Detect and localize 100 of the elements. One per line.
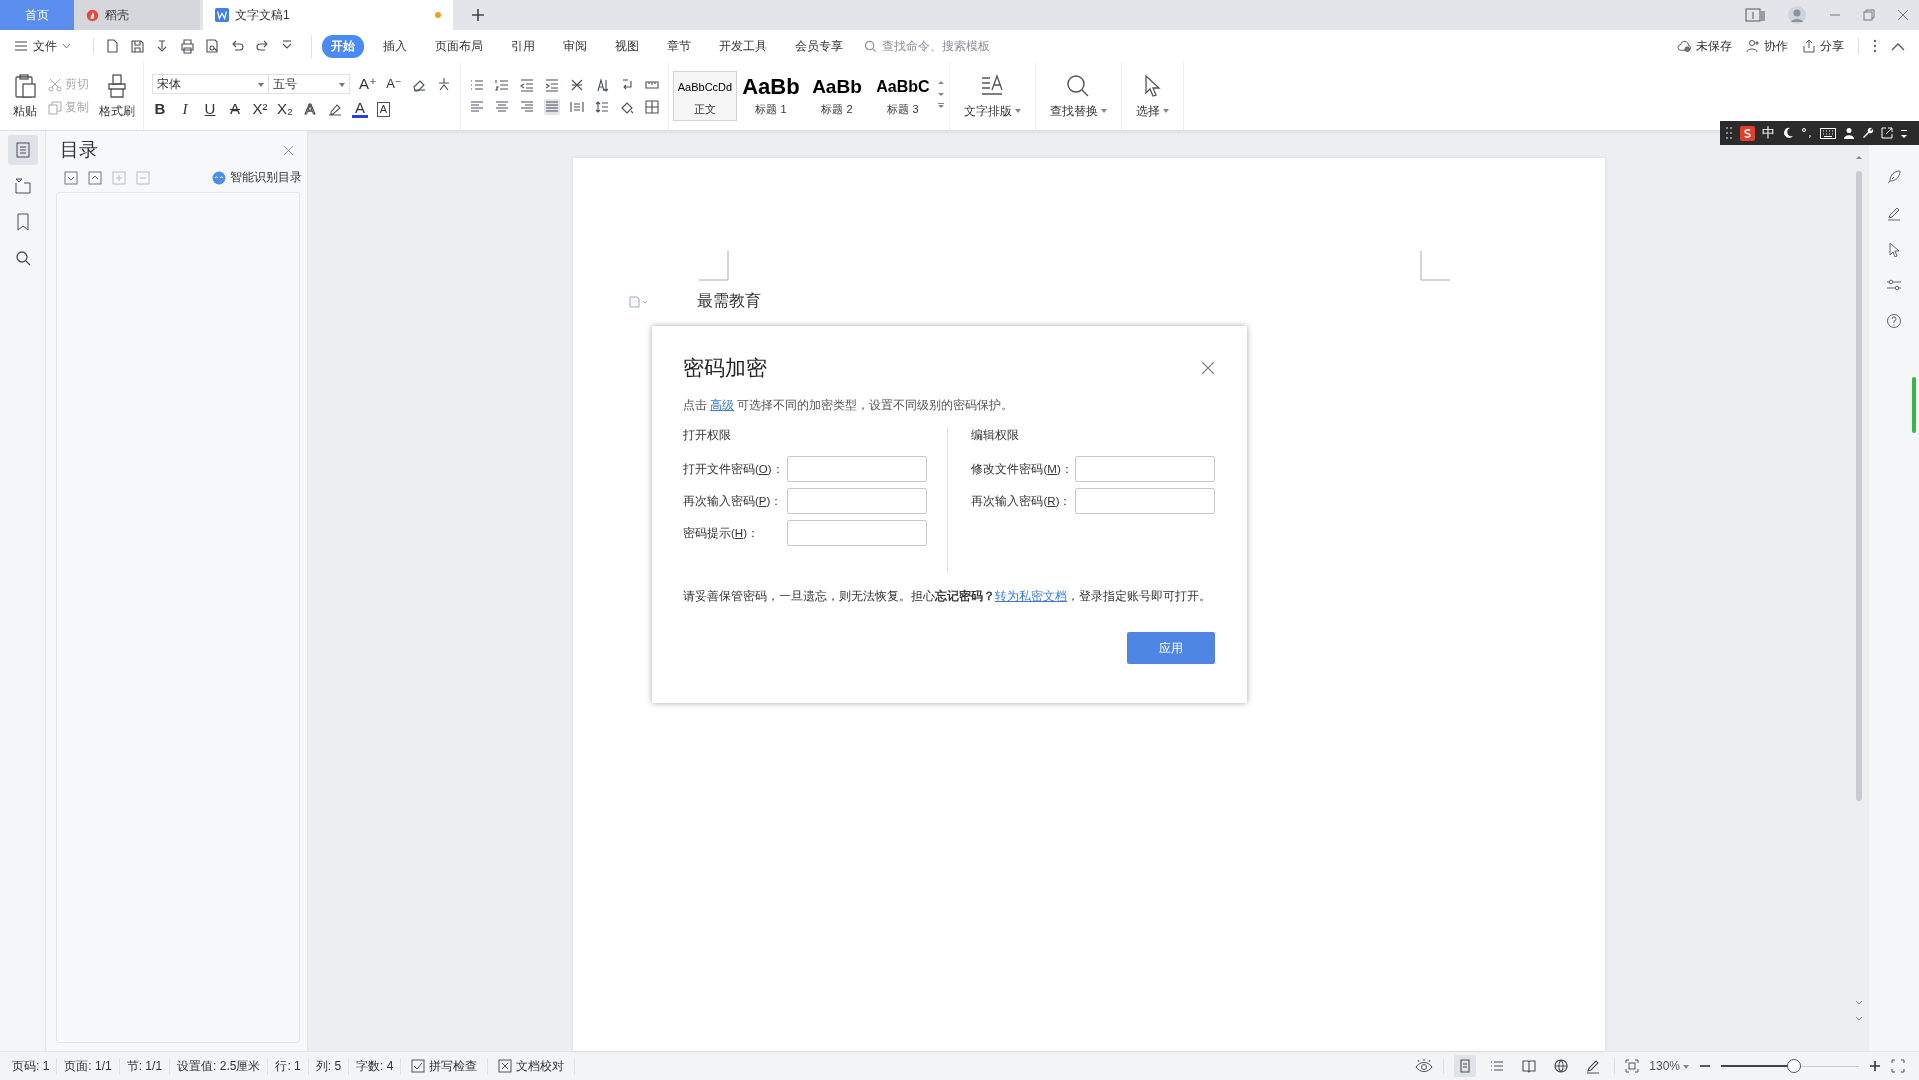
font-size-field[interactable]: 五号 bbox=[268, 74, 350, 94]
style-option[interactable]: AaBb 标题 1 bbox=[738, 71, 803, 121]
pen-icon[interactable] bbox=[1585, 1058, 1602, 1074]
font-name-field[interactable]: 宋体 bbox=[152, 74, 269, 94]
increase-font-size-button[interactable]: A⁺ bbox=[359, 75, 377, 93]
proofread-button[interactable]: 文档校对 bbox=[488, 1057, 576, 1075]
close-icon[interactable] bbox=[283, 144, 294, 156]
fit-page-icon[interactable] bbox=[1625, 1059, 1640, 1073]
sliders-icon[interactable] bbox=[1886, 277, 1902, 293]
collapse-ribbon-icon[interactable] bbox=[1891, 41, 1905, 51]
smart-toc-button[interactable]: 智能识别目录 bbox=[212, 169, 302, 186]
zoom-level-dropdown[interactable]: 130% bbox=[1649, 1059, 1689, 1073]
moon-icon[interactable] bbox=[1782, 127, 1794, 139]
wrench-icon[interactable] bbox=[1862, 127, 1874, 139]
outline-icon[interactable] bbox=[7, 135, 38, 165]
password-field[interactable] bbox=[786, 456, 927, 482]
apply-button[interactable]: 应用 bbox=[1127, 632, 1215, 664]
redo-icon[interactable] bbox=[254, 38, 270, 54]
style-option[interactable]: AaBbC 标题 3 bbox=[870, 71, 935, 121]
print-icon[interactable] bbox=[179, 38, 195, 54]
password-field[interactable] bbox=[786, 520, 927, 546]
numbered-list-icon[interactable] bbox=[493, 77, 510, 93]
zoom-in-icon[interactable] bbox=[1869, 1060, 1881, 1072]
save-status-button[interactable]: 未保存 bbox=[1677, 37, 1732, 55]
paste-button[interactable]: 粘贴 bbox=[12, 72, 38, 120]
command-search-field[interactable]: 查找命令、搜索模板 bbox=[864, 38, 1014, 54]
slider-thumb[interactable] bbox=[1787, 1059, 1802, 1073]
close-icon[interactable] bbox=[1897, 9, 1909, 21]
italic-button[interactable]: I bbox=[177, 100, 193, 118]
external-icon[interactable] bbox=[1881, 127, 1893, 139]
strike-button[interactable]: A bbox=[227, 100, 243, 118]
field-label: 打开文件密码(O)： bbox=[683, 461, 784, 477]
boxed-button[interactable]: A bbox=[377, 101, 390, 117]
ime-logo-icon[interactable] bbox=[1740, 125, 1755, 141]
spell-check-button[interactable]: 拼写检查 bbox=[401, 1057, 489, 1075]
borders-icon[interactable] bbox=[643, 99, 660, 115]
password-field[interactable] bbox=[1075, 488, 1215, 514]
password-field[interactable] bbox=[786, 488, 927, 514]
help-icon[interactable] bbox=[1886, 313, 1902, 329]
ime-menu-icon[interactable] bbox=[1900, 127, 1908, 139]
save-icon[interactable] bbox=[129, 38, 145, 54]
ribbon-tab[interactable]: 章节 bbox=[658, 34, 700, 58]
distribute-icon[interactable] bbox=[568, 99, 585, 115]
sub-button[interactable]: X₂ bbox=[277, 100, 293, 118]
ribbon-tab[interactable]: 审阅 bbox=[554, 34, 596, 58]
style-option[interactable]: AaBbCcDd 正文 bbox=[672, 71, 737, 121]
print-preview-icon[interactable] bbox=[204, 38, 220, 54]
expand-icon[interactable] bbox=[64, 170, 78, 185]
restore-icon[interactable] bbox=[1863, 9, 1875, 21]
new-file-icon[interactable] bbox=[104, 38, 120, 54]
password-field[interactable] bbox=[1075, 456, 1215, 482]
ribbon-tab[interactable]: 引用 bbox=[502, 34, 544, 58]
edit-icon[interactable] bbox=[1886, 205, 1902, 221]
bold-button[interactable]: B bbox=[152, 100, 168, 118]
avatar-icon[interactable] bbox=[1787, 5, 1807, 25]
align-right-icon[interactable] bbox=[518, 99, 535, 115]
document-tab[interactable]: 文字文稿1 bbox=[203, 0, 453, 30]
grip-icon[interactable] bbox=[1725, 126, 1733, 140]
ribbon-tab[interactable]: 会员专享 bbox=[786, 34, 852, 58]
ribbon-tab[interactable]: 开发工具 bbox=[710, 34, 776, 58]
fullscreen-icon[interactable] bbox=[1891, 1059, 1905, 1073]
collaborate-button[interactable]: 协作 bbox=[1746, 37, 1788, 55]
align-left-icon[interactable] bbox=[468, 99, 485, 115]
user-icon[interactable] bbox=[1843, 127, 1855, 139]
close-icon[interactable] bbox=[1201, 361, 1215, 375]
share-button[interactable]: 分享 bbox=[1802, 37, 1844, 55]
select-button[interactable]: 选择 bbox=[1135, 72, 1169, 120]
format-painter-button[interactable]: 格式刷 bbox=[99, 72, 135, 120]
ribbon-tab[interactable]: 视图 bbox=[606, 34, 648, 58]
text-layout-button[interactable]: 文字排版 bbox=[963, 72, 1021, 120]
file-menu[interactable]: 文件 bbox=[14, 37, 71, 55]
ribbon-tab[interactable]: 页面布局 bbox=[426, 34, 492, 58]
decrease-font-size-button[interactable]: A⁻ bbox=[385, 75, 402, 93]
cursor-icon[interactable] bbox=[1886, 241, 1902, 257]
collapse-icon[interactable] bbox=[88, 170, 102, 185]
advanced-link[interactable]: 高级 bbox=[710, 399, 735, 411]
color-button[interactable]: A bbox=[352, 100, 368, 118]
sup-button[interactable]: X² bbox=[252, 100, 268, 118]
private-document-link[interactable]: 转为私密文档 bbox=[995, 590, 1067, 602]
keyboard-icon[interactable] bbox=[1820, 127, 1836, 139]
ribbon-tab[interactable]: 插入 bbox=[374, 34, 416, 58]
find-replace-button[interactable]: 查找替换 bbox=[1049, 72, 1107, 120]
reading-view-icon[interactable] bbox=[1521, 1058, 1538, 1074]
bullet-list-icon[interactable] bbox=[468, 77, 485, 93]
new-tab-icon[interactable] bbox=[471, 8, 485, 22]
justify-icon[interactable] bbox=[543, 99, 560, 115]
document-tab[interactable]: 稻壳 bbox=[74, 0, 200, 30]
style-option[interactable]: AaBb 标题 2 bbox=[804, 71, 869, 121]
input-mode-toggle[interactable]: 中 bbox=[1762, 124, 1775, 142]
decrease-indent-icon[interactable] bbox=[518, 77, 535, 93]
punctuation-icon[interactable] bbox=[1801, 127, 1813, 139]
underline-button[interactable]: U bbox=[202, 100, 218, 118]
increase-indent-icon[interactable] bbox=[543, 77, 560, 93]
effect-button[interactable]: A bbox=[302, 100, 318, 118]
align-center-icon[interactable] bbox=[493, 99, 510, 115]
more-options-icon[interactable] bbox=[1873, 39, 1877, 53]
web-view-icon[interactable] bbox=[1553, 1058, 1570, 1074]
line-spacing-icon[interactable] bbox=[593, 99, 610, 115]
eye-icon[interactable] bbox=[1415, 1059, 1434, 1073]
outline-view-icon[interactable] bbox=[1489, 1058, 1506, 1074]
